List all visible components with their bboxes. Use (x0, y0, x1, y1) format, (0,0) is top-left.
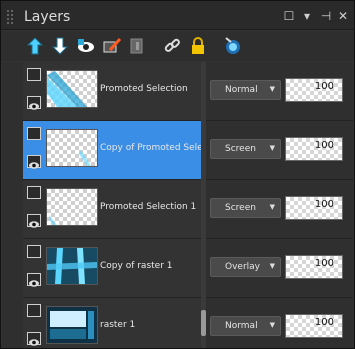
layer-list: Promoted Selection Normal ▼ 100 Copy of … (23, 62, 353, 348)
visibility-icon[interactable] (27, 214, 41, 228)
panel-title: Layers (24, 9, 71, 25)
layer-properties: Normal ▼ 100 (206, 298, 353, 348)
layer-list-gutter (2, 62, 23, 348)
layer-toggle-icons (25, 245, 43, 291)
layer-type-icon[interactable] (27, 304, 41, 317)
layer-name-area[interactable]: Copy of raster 1 (23, 239, 201, 297)
layer-row[interactable]: Promoted Selection 1 Screen ▼ 100 (23, 180, 353, 238)
layer-name-area[interactable]: Promoted Selection 1 (23, 180, 201, 238)
visibility-icon[interactable] (27, 155, 41, 169)
layer-thumbnail (46, 306, 98, 344)
layer-toggle-icons (25, 68, 43, 114)
visibility-icon[interactable] (27, 273, 41, 287)
layers-panel: Layers ☐ ▾ ⊣ ✕ Promoted Selection Normal… (0, 0, 355, 349)
vertical-scrollbar[interactable] (201, 62, 206, 348)
chevron-down-icon: ▼ (269, 262, 275, 270)
layer-name: Promoted Selection (100, 84, 188, 94)
layer-properties: Screen ▼ 100 (206, 180, 353, 238)
layer-name: Copy of raster 1 (100, 261, 173, 271)
chevron-down-icon: ▼ (269, 203, 275, 211)
layer-name-area[interactable]: Copy of Promoted Selecti (23, 121, 201, 179)
layer-thumbnail (46, 247, 98, 285)
show-hide-icon[interactable] (76, 36, 96, 56)
layer-name-area[interactable]: raster 1 (23, 298, 201, 348)
chevron-down-icon: ▼ (269, 85, 275, 93)
layer-properties: Screen ▼ 100 (206, 121, 353, 179)
new-vector-layer-icon[interactable] (50, 36, 70, 56)
layer-row[interactable]: raster 1 Normal ▼ 100 (23, 298, 353, 348)
layer-properties: Overlay ▼ 100 (206, 239, 353, 297)
blend-mode-value: Normal (225, 85, 258, 95)
drag-grip-icon[interactable] (6, 9, 14, 24)
layer-effects-icon[interactable] (223, 36, 243, 56)
opacity-value: 100 (314, 258, 334, 269)
chevron-down-icon: ▼ (269, 144, 275, 152)
restore-icon[interactable]: ☐ (282, 9, 296, 23)
visibility-icon[interactable] (27, 96, 41, 110)
visibility-icon[interactable] (27, 332, 41, 346)
opacity-value: 100 (314, 140, 334, 151)
layer-row[interactable]: Copy of Promoted Selecti Screen ▼ 100 (23, 121, 353, 179)
menu-icon[interactable]: ▾ (300, 9, 314, 23)
opacity-field[interactable]: 100 (285, 314, 343, 338)
opacity-field[interactable]: 100 (285, 196, 343, 220)
layer-thumbnail (46, 70, 98, 108)
blend-mode-dropdown[interactable]: Overlay ▼ (210, 257, 281, 277)
layer-row[interactable]: Promoted Selection Normal ▼ 100 (23, 62, 353, 120)
opacity-field[interactable]: 100 (285, 78, 343, 102)
layer-type-icon[interactable] (27, 186, 41, 199)
layer-thumbnail (46, 129, 98, 167)
link-icon[interactable] (102, 36, 122, 56)
layer-toggle-icons (25, 186, 43, 232)
blend-mode-dropdown[interactable]: Screen ▼ (210, 198, 281, 218)
close-icon[interactable]: ✕ (336, 9, 350, 23)
blend-mode-dropdown[interactable]: Normal ▼ (210, 80, 281, 100)
mask-icon[interactable] (127, 36, 147, 56)
layer-type-icon[interactable] (27, 127, 41, 140)
layer-name: raster 1 (100, 320, 136, 330)
padlock-icon[interactable] (188, 36, 208, 56)
new-raster-layer-icon[interactable] (25, 36, 45, 56)
blend-mode-value: Normal (225, 321, 258, 331)
pin-icon[interactable]: ⊣ (319, 9, 333, 23)
layer-name: Copy of Promoted Selecti (100, 143, 201, 153)
layers-toolbar (1, 31, 354, 61)
layer-row[interactable]: Copy of raster 1 Overlay ▼ 100 (23, 239, 353, 297)
layer-type-icon[interactable] (27, 68, 41, 81)
title-bar[interactable]: Layers ☐ ▾ ⊣ ✕ (1, 1, 354, 30)
layer-properties: Normal ▼ 100 (206, 62, 353, 120)
blend-mode-dropdown[interactable]: Screen ▼ (210, 139, 281, 159)
blend-mode-value: Screen (225, 144, 256, 154)
scrollbar-thumb[interactable] (201, 310, 206, 336)
opacity-value: 100 (314, 199, 334, 210)
chain-link-icon[interactable] (162, 36, 182, 56)
blend-mode-dropdown[interactable]: Normal ▼ (210, 316, 281, 336)
layer-name: Promoted Selection 1 (100, 202, 197, 212)
layer-type-icon[interactable] (27, 245, 41, 258)
layer-name-area[interactable]: Promoted Selection (23, 62, 201, 120)
opacity-value: 100 (314, 81, 334, 92)
opacity-field[interactable]: 100 (285, 255, 343, 279)
layer-toggle-icons (25, 127, 43, 173)
layer-thumbnail (46, 188, 98, 226)
layer-toggle-icons (25, 304, 43, 348)
opacity-value: 100 (314, 317, 334, 328)
blend-mode-value: Screen (225, 203, 256, 213)
opacity-field[interactable]: 100 (285, 137, 343, 161)
blend-mode-value: Overlay (225, 262, 260, 272)
chevron-down-icon: ▼ (269, 321, 275, 329)
